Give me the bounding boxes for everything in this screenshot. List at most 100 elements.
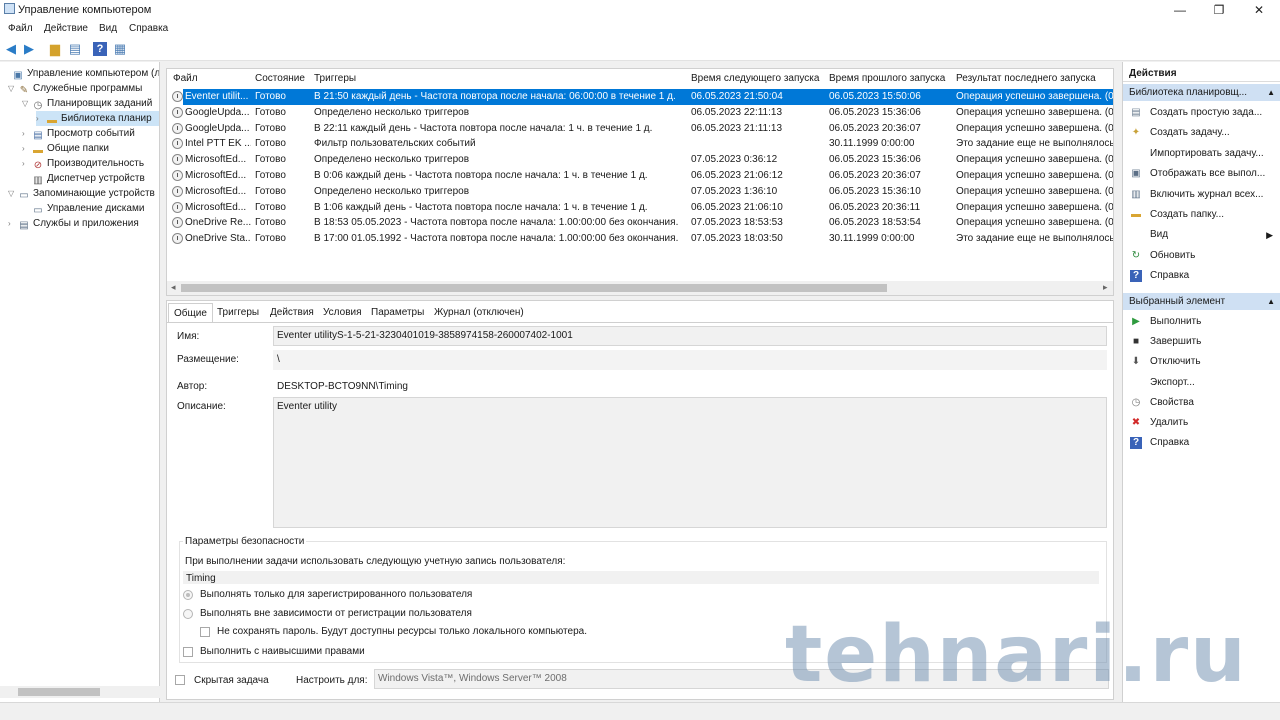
task-clock-icon <box>172 201 183 213</box>
menu-view[interactable]: Вид <box>99 23 117 34</box>
library-action-item[interactable]: ? Справка <box>1123 268 1280 284</box>
create-task-icon: ✦ <box>1131 127 1141 139</box>
library-action-item[interactable]: Вид ▶ <box>1123 227 1280 243</box>
task-row[interactable]: MicrosoftEd... Готово В 0:06 каждый день -… <box>167 168 1113 184</box>
task-state: Готово <box>255 154 286 166</box>
tree-item-storage[interactable]: ▽ ▭ Запоминающие устройств <box>8 186 155 201</box>
expand-icon[interactable]: › <box>22 126 32 141</box>
tree-item-task-library[interactable]: › ▬ Библиотека планир <box>36 111 159 126</box>
selected-action-item[interactable]: ▶ Выполнить <box>1123 314 1280 330</box>
restore-button[interactable]: ❐ <box>1199 0 1239 20</box>
task-next-run: 07.05.2023 1:36:10 <box>691 185 778 197</box>
tree-item-computer-management[interactable]: ▣ Управление компьютером (лс <box>2 66 159 81</box>
help-icon[interactable]: ? <box>93 42 107 56</box>
library-action-item[interactable]: ▥ Включить журнал всех... <box>1123 187 1280 203</box>
task-row[interactable]: MicrosoftEd... Готово В 1:06 каждый день -… <box>167 200 1113 216</box>
task-state: Готово <box>255 122 286 134</box>
minimize-button[interactable]: — <box>1160 0 1200 20</box>
menu-action[interactable]: Действие <box>44 23 88 34</box>
back-icon[interactable]: ◀ <box>4 42 18 56</box>
tree-item-event-viewer[interactable]: › ▤ Просмотр событий <box>22 126 135 141</box>
task-last-run: 06.05.2023 20:36:07 <box>829 170 921 181</box>
library-action-item[interactable]: ▣ Отображать все выпол... <box>1123 166 1280 182</box>
selected-action-item[interactable]: Экспорт... <box>1123 375 1280 391</box>
expand-icon[interactable]: › <box>36 111 46 126</box>
highest-privileges-checkbox[interactable] <box>183 647 193 657</box>
collapse-icon[interactable]: ▽ <box>22 96 32 111</box>
tab-conditions[interactable]: Условия <box>323 307 362 318</box>
task-next-run: 06.05.2023 21:50:04 <box>691 91 783 102</box>
selected-section-header[interactable]: Выбранный элемент ▲ <box>1123 293 1280 310</box>
task-clock-icon <box>172 91 183 102</box>
collapse-icon[interactable]: ▲ <box>1267 293 1275 310</box>
close-button[interactable]: ✕ <box>1239 0 1279 20</box>
menu-help[interactable]: Справка <box>129 23 168 34</box>
selected-action-item[interactable]: ■ Завершить <box>1123 334 1280 350</box>
refresh-icon: ↻ <box>1131 249 1141 261</box>
tree-item-task-scheduler[interactable]: ▽ ◷ Планировщик заданий <box>22 96 152 111</box>
task-row[interactable]: GoogleUpda... Готово Определено несколько … <box>167 105 1113 121</box>
tree-item-system-tools[interactable]: ▽ ✎ Служебные программы <box>8 81 142 96</box>
collapse-icon[interactable]: ▽ <box>8 186 18 201</box>
expand-icon[interactable]: › <box>22 141 32 156</box>
library-action-item[interactable]: Импортировать задачу... <box>1123 146 1280 162</box>
up-folder-icon[interactable]: ▆ <box>48 42 62 56</box>
task-trigger: В 1:06 каждый день - Частота повтора пос… <box>314 201 648 213</box>
device-manager-icon: ▥ <box>33 175 43 186</box>
task-row[interactable]: Eventer utilit... Готово В 21:50 каждый де… <box>167 89 1113 105</box>
menu-file[interactable]: Файл <box>8 23 33 34</box>
task-row[interactable]: GoogleUpda... Готово В 22:11 каждый день -… <box>167 121 1113 137</box>
tab-general[interactable]: Общие <box>168 303 213 323</box>
column-header-file[interactable]: Файл <box>173 73 198 84</box>
expand-icon[interactable]: › <box>22 156 32 171</box>
task-row[interactable]: Intel PTT EK ... Готово Фильтр пользовател… <box>167 136 1113 152</box>
column-header-last-run[interactable]: Время прошлого запуска <box>829 73 945 84</box>
tree-item-performance[interactable]: › ⊘ Производительность <box>22 156 144 171</box>
tree-item-device-manager[interactable]: ▥ Диспетчер устройств <box>22 171 145 186</box>
scrollbar-thumb[interactable] <box>18 688 100 696</box>
forward-icon[interactable]: ▶ <box>22 42 36 56</box>
selected-action-item[interactable]: ? Справка <box>1123 435 1280 451</box>
tab-actions[interactable]: Действия <box>270 307 314 318</box>
library-action-item[interactable]: ✦ Создать задачу... <box>1123 125 1280 141</box>
radio-whether-logged-on[interactable] <box>183 609 193 619</box>
tab-settings[interactable]: Параметры <box>371 307 424 318</box>
library-action-item[interactable]: ↻ Обновить <box>1123 248 1280 264</box>
tree-item-services-apps[interactable]: › ▤ Службы и приложения <box>8 216 139 231</box>
column-header-state[interactable]: Состояние <box>255 73 305 84</box>
column-header-last-result[interactable]: Результат последнего запуска <box>956 73 1096 84</box>
hidden-task-checkbox[interactable] <box>175 675 185 685</box>
column-header-next-run[interactable]: Время следующего запуска <box>691 73 819 84</box>
do-not-store-password-checkbox[interactable] <box>200 627 210 637</box>
name-field[interactable]: Eventer utilityS-1-5-21-3230401019-38589… <box>273 326 1107 346</box>
tab-triggers[interactable]: Триггеры <box>217 307 259 318</box>
account-prompt: При выполнении задачи использовать следу… <box>185 556 566 567</box>
tree-item-shared-folders[interactable]: › ▬ Общие папки <box>22 141 109 156</box>
scroll-right-icon[interactable]: ▸ <box>1103 282 1108 293</box>
description-field[interactable]: Eventer utility <box>273 397 1107 528</box>
collapse-icon[interactable]: ▲ <box>1267 84 1275 101</box>
tab-history[interactable]: Журнал (отключен) <box>434 307 524 318</box>
library-action-item[interactable]: ▤ Создать простую зада... <box>1123 105 1280 121</box>
tree-item-disk-management[interactable]: ▭ Управление дисками <box>22 201 144 216</box>
selected-action-item[interactable]: ⬇ Отключить <box>1123 354 1280 370</box>
task-row[interactable]: MicrosoftEd... Готово Определено несколько… <box>167 152 1113 168</box>
task-row[interactable]: MicrosoftEd... Готово Определено несколько… <box>167 184 1113 200</box>
collapse-icon[interactable]: ▽ <box>8 81 18 96</box>
scrollbar-thumb[interactable] <box>181 284 887 292</box>
scroll-left-icon[interactable]: ◂ <box>171 282 176 293</box>
task-state: Готово <box>255 138 286 150</box>
selected-action-item[interactable]: ◷ Свойства <box>1123 395 1280 411</box>
properties-icon[interactable]: ▦ <box>113 42 127 56</box>
show-pane-icon[interactable]: ▤ <box>68 42 82 56</box>
tree-horizontal-scrollbar[interactable] <box>0 686 160 698</box>
expand-icon[interactable]: › <box>8 216 18 231</box>
radio-logged-on-only[interactable] <box>183 590 193 600</box>
tasks-horizontal-scrollbar[interactable]: ◂ ▸ <box>167 281 1113 295</box>
column-header-triggers[interactable]: Триггеры <box>314 73 356 84</box>
task-row[interactable]: OneDrive Re... Готово В 18:53 05.05.2023 -… <box>167 215 1113 231</box>
selected-action-item[interactable]: ✖ Удалить <box>1123 415 1280 431</box>
library-action-item[interactable]: ▬ Создать папку... <box>1123 207 1280 223</box>
task-row[interactable]: OneDrive Sta... Готово В 17:00 01.05.1992 … <box>167 231 1113 247</box>
library-section-header[interactable]: Библиотека планировщ... ▲ <box>1123 84 1280 101</box>
